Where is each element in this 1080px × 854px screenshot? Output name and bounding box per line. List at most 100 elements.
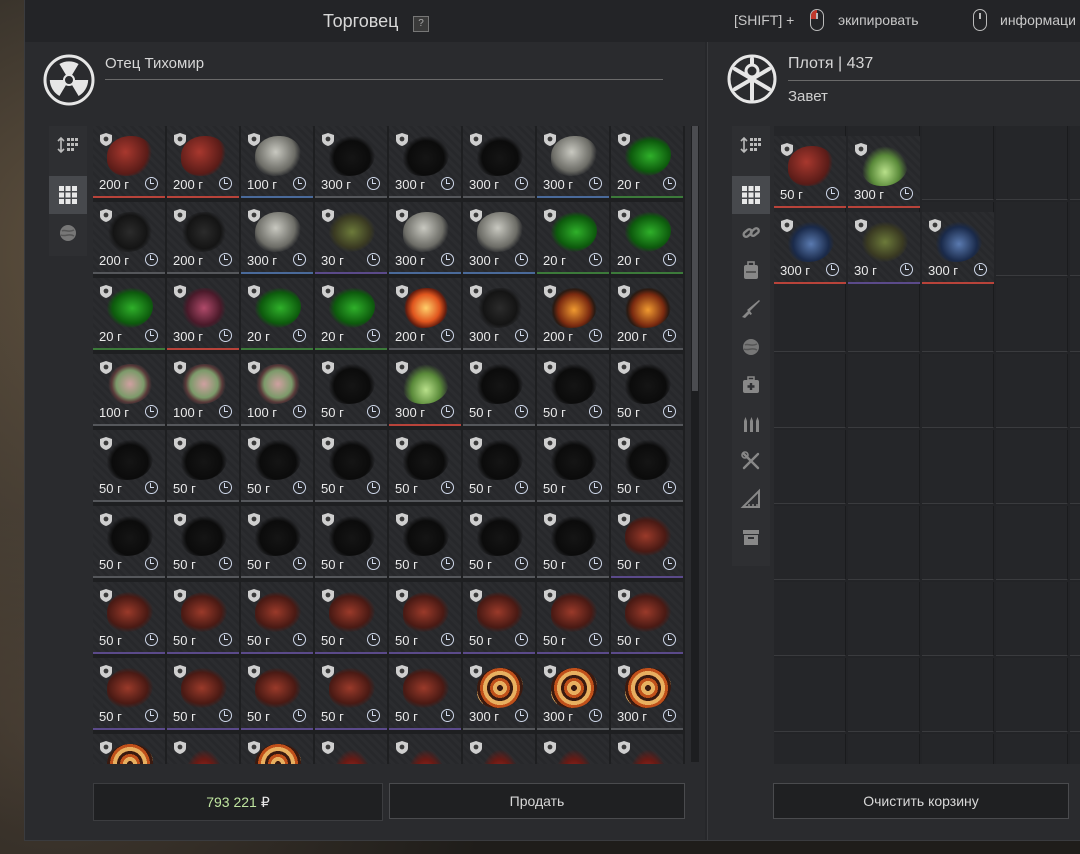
inventory-item[interactable]: 50 г <box>537 506 609 578</box>
empty-slot[interactable] <box>996 582 1068 656</box>
empty-slot[interactable] <box>996 278 1068 352</box>
inventory-item[interactable]: 20 г <box>537 202 609 274</box>
sell-button[interactable]: Продать <box>389 783 685 819</box>
inventory-item[interactable]: 100 г <box>241 354 313 426</box>
inventory-item[interactable]: 50 г <box>389 506 461 578</box>
empty-slot[interactable] <box>996 658 1068 732</box>
empty-slot[interactable] <box>922 506 994 580</box>
inventory-item[interactable]: 20 г <box>93 278 165 350</box>
inventory-item[interactable]: 50 г <box>315 582 387 654</box>
inventory-item[interactable] <box>315 734 387 764</box>
filter-ammo-button[interactable] <box>732 404 770 442</box>
inventory-item[interactable]: 30 г <box>315 202 387 274</box>
inventory-item[interactable]: 50 г <box>611 506 683 578</box>
inventory-item[interactable]: 50 г <box>241 506 313 578</box>
filter-tools-button[interactable] <box>732 442 770 480</box>
inventory-item[interactable]: 50 г <box>537 354 609 426</box>
inventory-item[interactable]: 20 г <box>315 278 387 350</box>
empty-slot[interactable] <box>1070 658 1080 732</box>
empty-slot[interactable] <box>996 126 1068 200</box>
inventory-item[interactable]: 20 г <box>611 202 683 274</box>
empty-slot[interactable] <box>1070 354 1080 428</box>
empty-slot[interactable] <box>996 506 1068 580</box>
inventory-item[interactable]: 100 г <box>241 126 313 198</box>
filter-artifact-button[interactable] <box>49 214 87 252</box>
empty-slot[interactable] <box>774 506 846 580</box>
inventory-item[interactable]: 300 г <box>167 278 239 350</box>
inventory-item[interactable] <box>241 734 313 764</box>
inventory-item[interactable]: 20 г <box>241 278 313 350</box>
inventory-item[interactable]: 300 г <box>537 658 609 730</box>
inventory-item[interactable]: 50 г <box>537 582 609 654</box>
inventory-item[interactable]: 50 г <box>463 354 535 426</box>
empty-slot[interactable] <box>848 506 920 580</box>
empty-slot[interactable] <box>848 354 920 428</box>
inventory-item[interactable]: 300 г <box>611 658 683 730</box>
inventory-item[interactable]: 30 г <box>848 212 920 284</box>
filter-misc-button[interactable] <box>732 480 770 518</box>
inventory-item[interactable]: 50 г <box>611 582 683 654</box>
inventory-item[interactable]: 50 г <box>241 430 313 502</box>
inventory-item[interactable]: 200 г <box>93 202 165 274</box>
inventory-item[interactable]: 50 г <box>167 658 239 730</box>
filter-link-button[interactable] <box>732 214 770 252</box>
empty-slot[interactable] <box>1070 430 1080 504</box>
inventory-item[interactable] <box>389 734 461 764</box>
inventory-item[interactable]: 50 г <box>315 658 387 730</box>
inventory-item[interactable]: 300 г <box>463 202 535 274</box>
empty-slot[interactable] <box>996 430 1068 504</box>
scrollbar-thumb[interactable] <box>692 126 698 391</box>
inventory-item[interactable]: 300 г <box>463 126 535 198</box>
filter-backpack-button[interactable] <box>732 252 770 290</box>
inventory-item[interactable]: 50 г <box>93 658 165 730</box>
trader-scrollbar[interactable] <box>691 126 699 762</box>
inventory-item[interactable]: 300 г <box>315 126 387 198</box>
inventory-item[interactable]: 100 г <box>167 354 239 426</box>
filter-grid-button[interactable] <box>49 176 87 214</box>
filter-rifle-button[interactable] <box>732 290 770 328</box>
inventory-item[interactable]: 50 г <box>537 430 609 502</box>
inventory-item[interactable]: 50 г <box>774 136 846 208</box>
clear-cart-button[interactable]: Очистить корзину <box>773 783 1069 819</box>
inventory-item[interactable]: 50 г <box>389 582 461 654</box>
filter-artifact-button[interactable] <box>732 328 770 366</box>
help-icon[interactable]: ? <box>413 16 429 32</box>
inventory-item[interactable]: 100 г <box>93 354 165 426</box>
empty-slot[interactable] <box>848 430 920 504</box>
empty-slot[interactable] <box>774 582 846 656</box>
inventory-item[interactable]: 200 г <box>611 278 683 350</box>
inventory-item[interactable]: 50 г <box>167 506 239 578</box>
inventory-item[interactable]: 50 г <box>389 430 461 502</box>
empty-slot[interactable] <box>996 354 1068 428</box>
empty-slot[interactable] <box>848 278 920 352</box>
inventory-item[interactable]: 300 г <box>463 658 535 730</box>
inventory-item[interactable] <box>167 734 239 764</box>
inventory-item[interactable] <box>463 734 535 764</box>
inventory-item[interactable]: 200 г <box>537 278 609 350</box>
inventory-item[interactable]: 50 г <box>93 582 165 654</box>
empty-slot[interactable] <box>1070 202 1080 276</box>
empty-slot[interactable] <box>922 126 994 200</box>
inventory-item[interactable]: 300 г <box>774 212 846 284</box>
empty-slot[interactable] <box>774 278 846 352</box>
empty-slot[interactable] <box>1070 126 1080 200</box>
empty-slot[interactable] <box>1070 506 1080 580</box>
inventory-item[interactable]: 300 г <box>537 126 609 198</box>
inventory-item[interactable]: 20 г <box>611 126 683 198</box>
inventory-item[interactable]: 50 г <box>389 658 461 730</box>
inventory-item[interactable]: 200 г <box>167 202 239 274</box>
inventory-item[interactable]: 50 г <box>93 430 165 502</box>
inventory-item[interactable]: 200 г <box>93 126 165 198</box>
filter-box-button[interactable] <box>732 518 770 556</box>
filter-sort-button[interactable] <box>732 126 770 164</box>
inventory-item[interactable]: 50 г <box>93 506 165 578</box>
empty-slot[interactable] <box>848 734 920 764</box>
inventory-item[interactable]: 50 г <box>315 354 387 426</box>
inventory-item[interactable] <box>537 734 609 764</box>
inventory-item[interactable]: 50 г <box>241 582 313 654</box>
empty-slot[interactable] <box>922 582 994 656</box>
inventory-item[interactable] <box>611 734 683 764</box>
empty-slot[interactable] <box>996 734 1068 764</box>
empty-slot[interactable] <box>774 658 846 732</box>
inventory-item[interactable]: 300 г <box>389 202 461 274</box>
